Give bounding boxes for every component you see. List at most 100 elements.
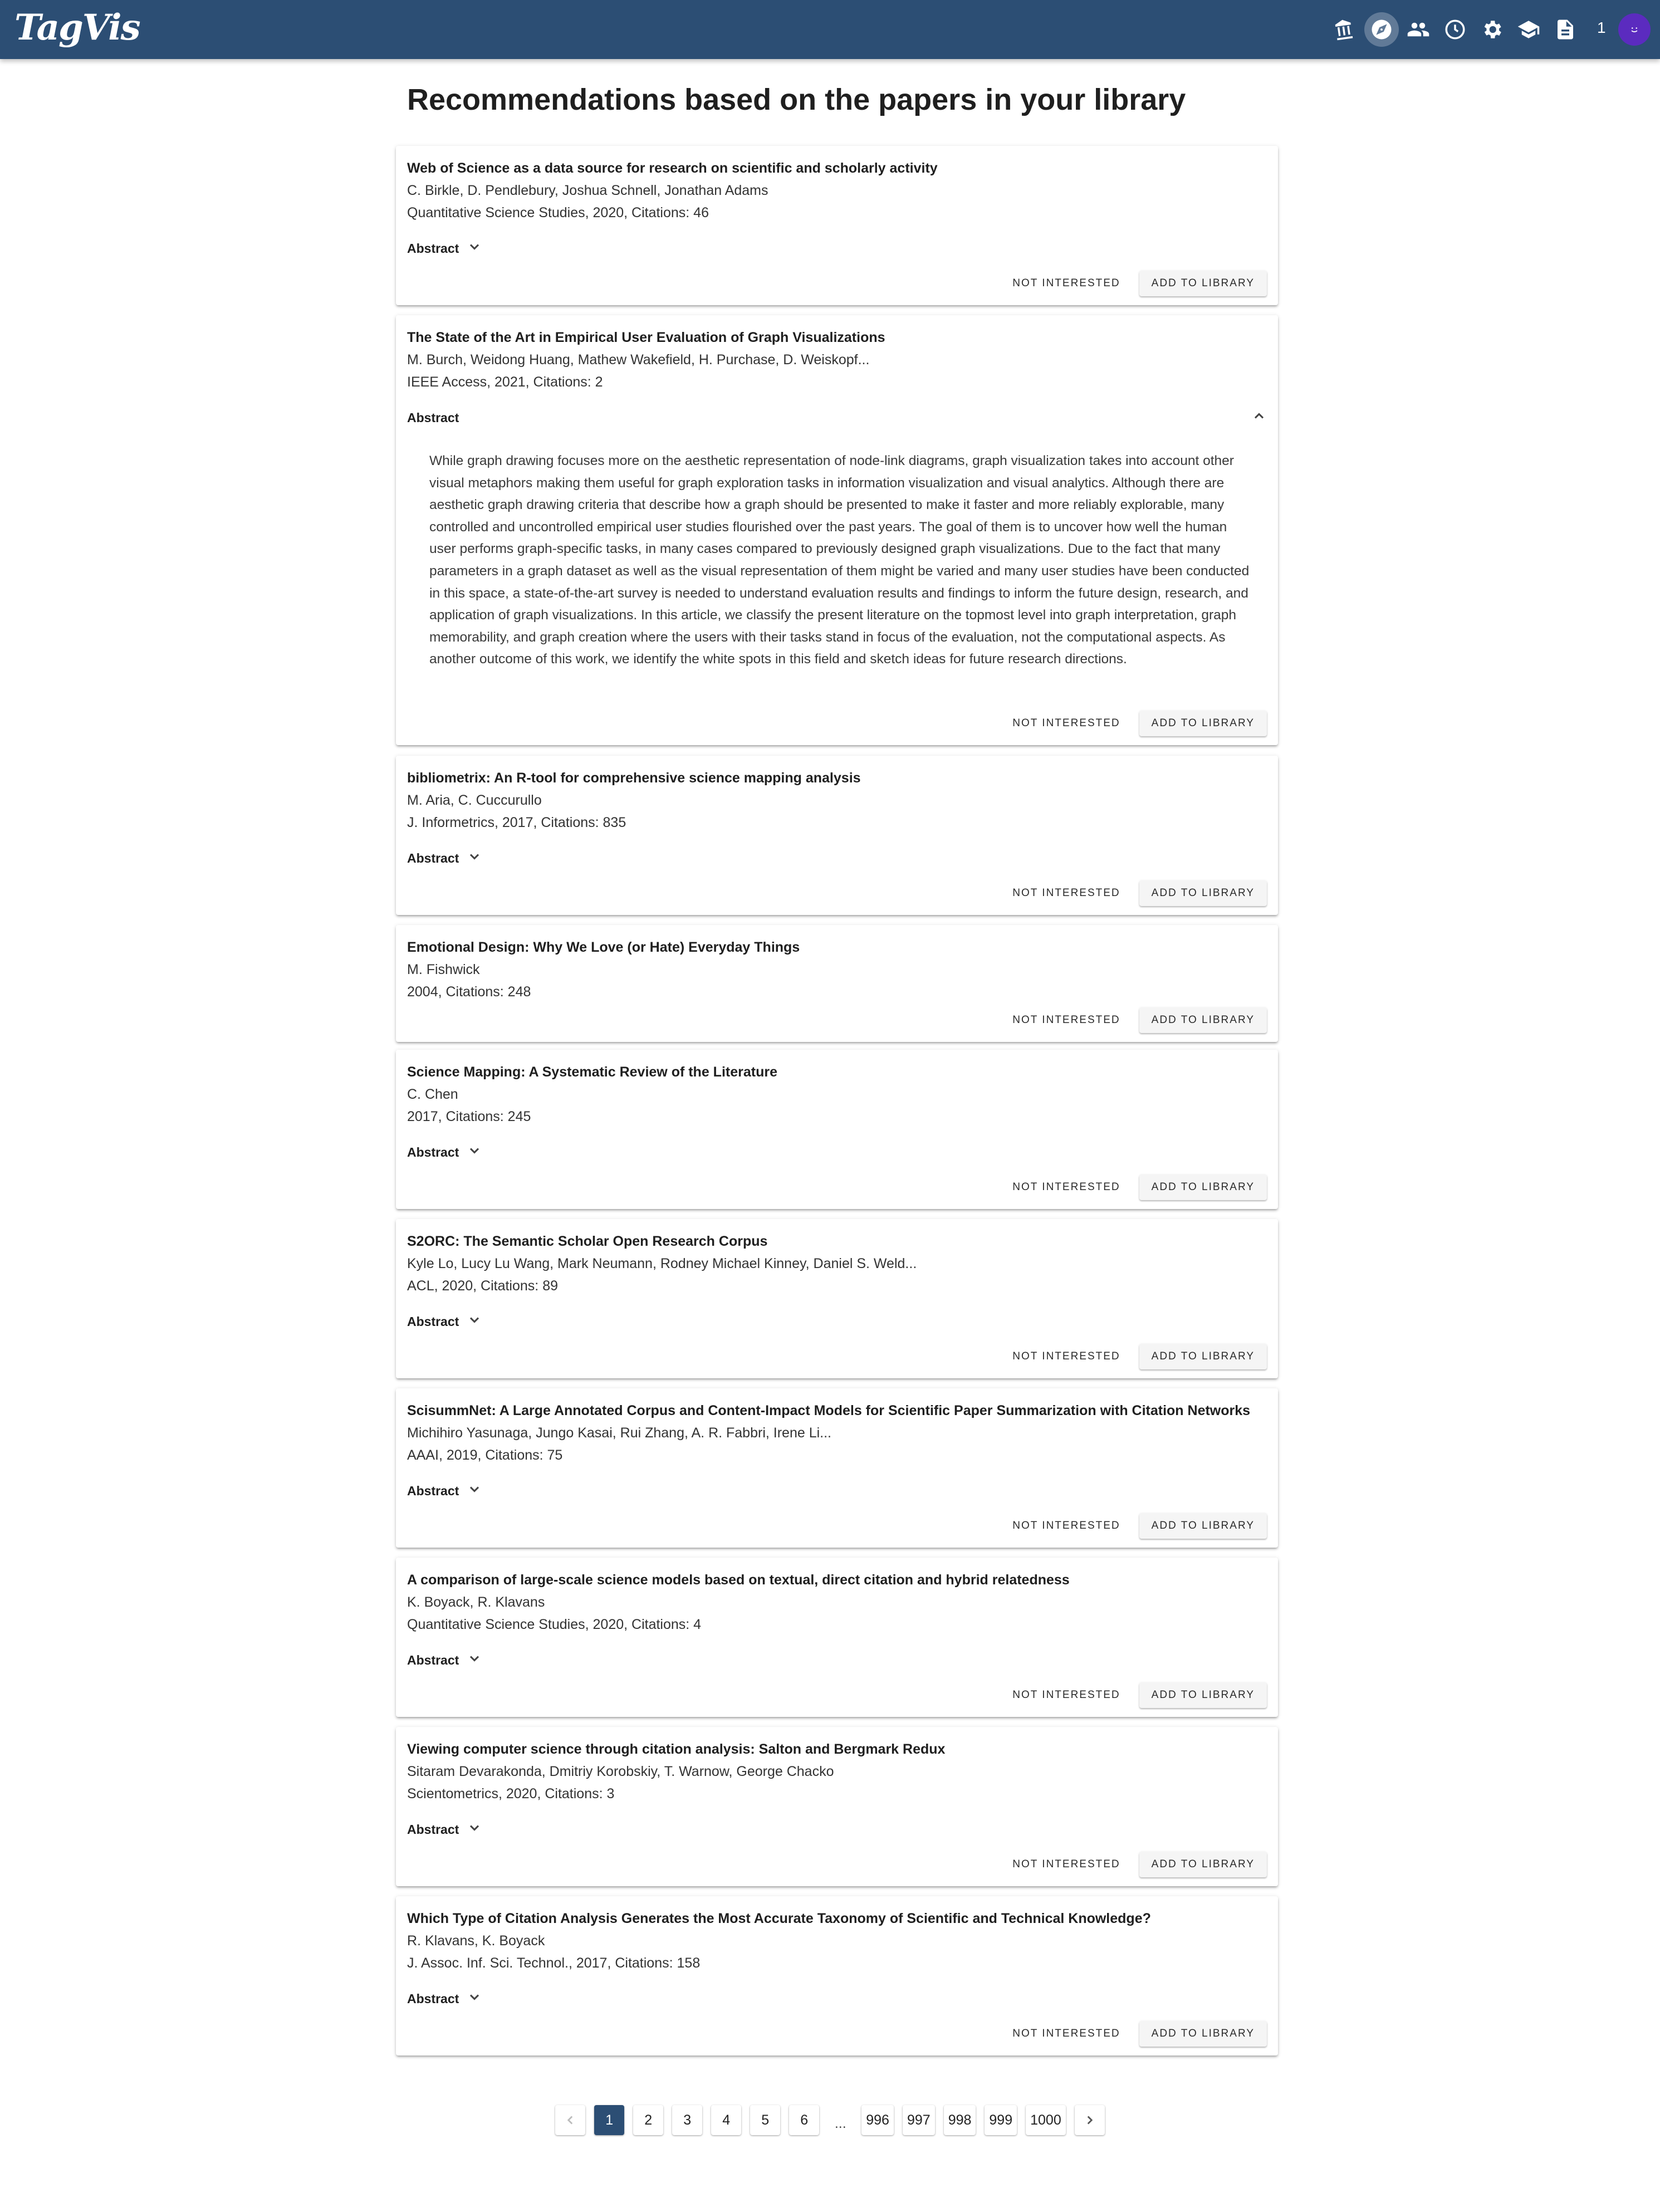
page-button[interactable]: 6 (789, 2105, 820, 2135)
add-to-library-button[interactable]: ADD TO LIBRARY (1139, 1344, 1267, 1369)
abstract-toggle[interactable]: Abstract (407, 848, 482, 868)
paper-venue-citations: Quantitative Science Studies, 2020, Cita… (407, 1617, 702, 1632)
card-actions: NOT INTERESTED ADD TO LIBRARY (1001, 1174, 1267, 1200)
abstract-toggle[interactable]: Abstract (407, 1481, 482, 1501)
page-button[interactable]: 1000 (1026, 2105, 1066, 2135)
abstract-label: Abstract (407, 1822, 459, 1837)
page-button[interactable]: 999 (985, 2105, 1017, 2135)
paper-title[interactable]: bibliometrix: An R-tool for comprehensiv… (407, 770, 861, 786)
notification-count: 1 (1597, 19, 1606, 36)
abstract-label: Abstract (407, 1314, 459, 1329)
chevron-down-icon (467, 1312, 482, 1331)
add-to-library-button[interactable]: ADD TO LIBRARY (1139, 711, 1267, 736)
add-to-library-button[interactable]: ADD TO LIBRARY (1139, 1682, 1267, 1708)
paper-authors: M. Aria, C. Cuccurullo (407, 792, 542, 808)
avatar[interactable] (1618, 13, 1651, 46)
paper-venue-citations: 2004, Citations: 248 (407, 984, 531, 1000)
paper-authors: Kyle Lo, Lucy Lu Wang, Mark Neumann, Rod… (407, 1256, 917, 1271)
chevron-down-icon (467, 1989, 482, 2008)
page-button[interactable]: 997 (902, 2105, 935, 2135)
chevron-down-icon (467, 1651, 482, 1670)
abstract-toggle[interactable]: Abstract (407, 238, 482, 258)
abstract-label: Abstract (407, 1483, 459, 1498)
paper-title[interactable]: Viewing computer science through citatio… (407, 1741, 945, 1758)
not-interested-button[interactable]: NOT INTERESTED (1001, 1174, 1131, 1200)
paper-venue-citations: 2017, Citations: 245 (407, 1109, 531, 1124)
page-button[interactable]: 996 (861, 2105, 894, 2135)
not-interested-button[interactable]: NOT INTERESTED (1001, 1344, 1131, 1369)
page-button[interactable]: 3 (672, 2105, 703, 2135)
not-interested-button[interactable]: NOT INTERESTED (1001, 2021, 1131, 2047)
add-to-library-button[interactable]: ADD TO LIBRARY (1139, 1007, 1267, 1033)
paper-authors: R. Klavans, K. Boyack (407, 1933, 545, 1949)
abstract-text: While graph drawing focuses more on the … (429, 453, 1250, 667)
abstract-label: Abstract (407, 410, 459, 425)
not-interested-button[interactable]: NOT INTERESTED (1001, 1513, 1131, 1539)
add-to-library-button[interactable]: ADD TO LIBRARY (1139, 880, 1267, 906)
app-logo[interactable]: TagVis (14, 7, 141, 48)
prev-page-button[interactable] (555, 2105, 586, 2135)
paper-title[interactable]: Which Type of Citation Analysis Generate… (407, 1911, 1151, 1927)
paper-title[interactable]: Web of Science as a data source for rese… (407, 160, 938, 177)
paper-venue-citations: ACL, 2020, Citations: 89 (407, 1278, 558, 1294)
abstract-toggle[interactable]: Abstract (407, 1989, 482, 2009)
explore-icon[interactable] (1364, 12, 1399, 47)
chevron-down-icon (467, 1143, 482, 1162)
paper-authors: K. Boyack, R. Klavans (407, 1594, 545, 1610)
abstract-toggle[interactable]: Abstract (407, 1650, 482, 1670)
paper-authors: C. Chen (407, 1087, 458, 1102)
abstract-label: Abstract (407, 1144, 459, 1159)
abstract-toggle[interactable]: Abstract (407, 408, 1267, 428)
page-button[interactable]: 1 (594, 2105, 625, 2135)
card-actions: NOT INTERESTED ADD TO LIBRARY (1001, 711, 1267, 736)
abstract-toggle[interactable]: Abstract (407, 1142, 482, 1162)
paper-title[interactable]: Science Mapping: A Systematic Review of … (407, 1064, 777, 1080)
add-to-library-button[interactable]: ADD TO LIBRARY (1139, 1513, 1267, 1539)
app-bar: TagVis 1 (0, 0, 1660, 59)
page-button[interactable]: 4 (711, 2105, 742, 2135)
pagination-ellipsis: ... (834, 2116, 846, 2131)
add-to-library-button[interactable]: ADD TO LIBRARY (1139, 271, 1267, 296)
page-button[interactable]: 998 (943, 2105, 976, 2135)
not-interested-button[interactable]: NOT INTERESTED (1001, 1852, 1131, 1877)
page-title: Recommendations based on the papers in y… (407, 83, 1186, 116)
paper-title[interactable]: ScisummNet: A Large Annotated Corpus and… (407, 1403, 1250, 1419)
school-icon[interactable] (1511, 12, 1546, 47)
card-actions: NOT INTERESTED ADD TO LIBRARY (1001, 2021, 1267, 2047)
card-actions: NOT INTERESTED ADD TO LIBRARY (1001, 1344, 1267, 1369)
not-interested-button[interactable]: NOT INTERESTED (1001, 271, 1131, 296)
chevron-down-icon (467, 1481, 482, 1500)
document-icon[interactable] (1548, 12, 1583, 47)
not-interested-button[interactable]: NOT INTERESTED (1001, 711, 1131, 736)
paper-card: A comparison of large-scale science mode… (396, 1558, 1278, 1717)
chevron-down-icon (467, 849, 482, 868)
page-button[interactable]: 5 (750, 2105, 781, 2135)
paper-card: The State of the Art in Empirical User E… (396, 315, 1278, 745)
add-to-library-button[interactable]: ADD TO LIBRARY (1139, 1174, 1267, 1200)
library-icon[interactable] (1326, 12, 1361, 47)
add-to-library-button[interactable]: ADD TO LIBRARY (1139, 1852, 1267, 1877)
paper-card: ScisummNet: A Large Annotated Corpus and… (396, 1388, 1278, 1548)
not-interested-button[interactable]: NOT INTERESTED (1001, 1007, 1131, 1033)
abstract-label: Abstract (407, 1652, 459, 1667)
paper-title[interactable]: A comparison of large-scale science mode… (407, 1572, 1070, 1588)
not-interested-button[interactable]: NOT INTERESTED (1001, 1682, 1131, 1708)
chevron-right-icon (1087, 2116, 1093, 2125)
add-to-library-button[interactable]: ADD TO LIBRARY (1139, 2021, 1267, 2047)
page-button[interactable]: 2 (633, 2105, 664, 2135)
paper-title[interactable]: Emotional Design: Why We Love (or Hate) … (407, 939, 800, 956)
not-interested-button[interactable]: NOT INTERESTED (1001, 880, 1131, 906)
paper-title[interactable]: The State of the Art in Empirical User E… (407, 330, 885, 346)
user-face-icon (1631, 27, 1638, 32)
people-icon[interactable] (1401, 12, 1436, 47)
paper-venue-citations: Scientometrics, 2020, Citations: 3 (407, 1786, 615, 1802)
history-icon[interactable] (1438, 12, 1472, 47)
pagination: 1 2 3 4 5 6... 996 997 998 999 1000 (0, 2105, 1660, 2135)
abstract-label: Abstract (407, 241, 459, 256)
settings-icon[interactable] (1475, 12, 1509, 47)
abstract-toggle[interactable]: Abstract (407, 1311, 482, 1332)
paper-card: Science Mapping: A Systematic Review of … (396, 1050, 1278, 1209)
next-page-button[interactable] (1074, 2105, 1105, 2135)
abstract-toggle[interactable]: Abstract (407, 1819, 482, 1839)
paper-title[interactable]: S2ORC: The Semantic Scholar Open Researc… (407, 1234, 767, 1250)
